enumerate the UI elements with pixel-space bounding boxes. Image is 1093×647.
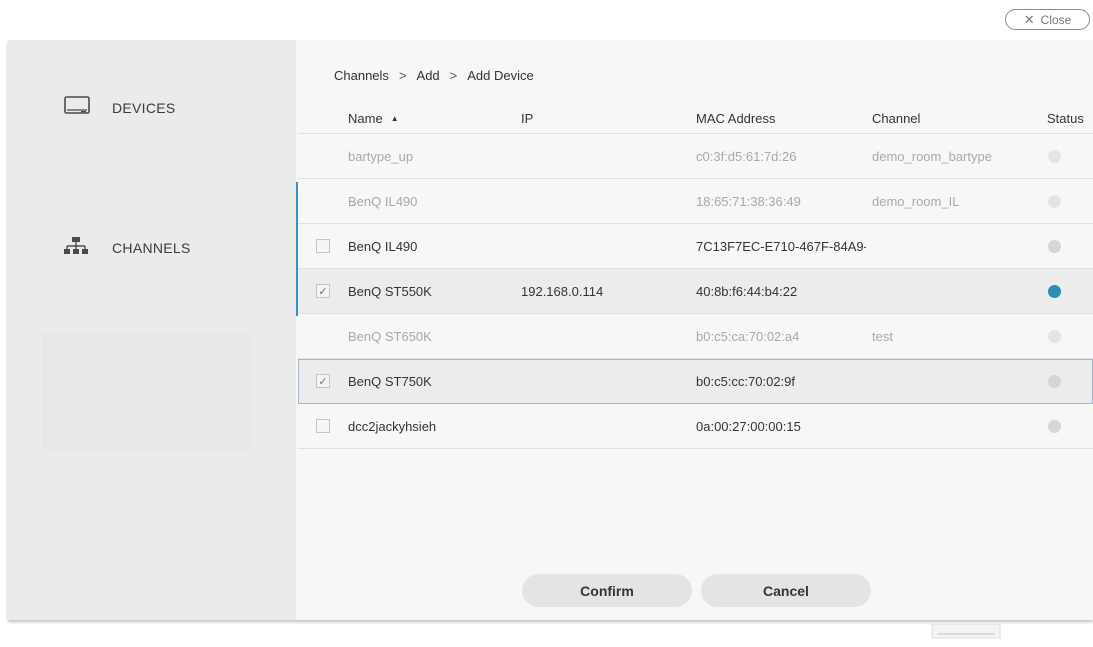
column-header-name[interactable]: Name ▲: [348, 104, 508, 133]
row-checkbox-cell: [316, 134, 336, 178]
close-label: Close: [1040, 12, 1072, 27]
device-ip: 192.168.0.114: [521, 283, 604, 299]
status-dot: [1048, 239, 1061, 253]
table-row[interactable]: dcc2jackyhsieh 0a:00:27:00:00:15: [298, 404, 1093, 449]
network-icon: [64, 236, 88, 261]
status-dot: [1048, 284, 1061, 298]
row-checkbox-cell: [316, 224, 336, 268]
sidebar: DEVICES CHANNELS: [8, 40, 296, 620]
device-ip: [521, 314, 681, 358]
device-mac: 7C13F7EC-E710-467F-84A9-...: [696, 238, 866, 254]
column-header-mac: MAC Address: [696, 111, 776, 126]
device-name: BenQ ST550K: [348, 283, 432, 299]
table-body: bartype_up c0:3f:d5:61:7d:26 demo_room_bar…: [298, 134, 1093, 449]
breadcrumb-separator: >: [449, 68, 458, 83]
row-checkbox-cell: [316, 404, 336, 448]
device-table: Name ▲ IP MAC Address Channel Status bar…: [298, 104, 1093, 449]
close-button[interactable]: ✕ Close: [1005, 9, 1090, 30]
row-checkbox[interactable]: [316, 419, 330, 433]
status-cell: [1039, 179, 1089, 223]
sidebar-panel: [42, 332, 252, 450]
column-header-status: Status: [1047, 111, 1084, 126]
monitor-icon: [64, 95, 90, 121]
table-row: bartype_up c0:3f:d5:61:7d:26 demo_room_bar…: [298, 134, 1093, 179]
status-cell: [1039, 269, 1089, 313]
sidebar-item-label: DEVICES: [112, 100, 176, 116]
checkmark-icon: ✓: [318, 285, 328, 298]
sidebar-item-devices[interactable]: DEVICES: [8, 88, 296, 128]
row-checkbox-cell: [316, 314, 336, 358]
sidebar-item-channels[interactable]: CHANNELS: [8, 228, 296, 268]
status-cell: [1039, 314, 1089, 358]
row-checkbox-cell: ✓: [316, 359, 336, 403]
breadcrumb-separator: >: [398, 68, 407, 83]
row-checkbox[interactable]: [316, 239, 330, 253]
device-ip: [521, 224, 681, 268]
table-row: BenQ IL490 18:65:71:38:36:49 demo_room_IL: [298, 179, 1093, 224]
sort-ascending-icon: ▲: [390, 114, 399, 123]
device-name: BenQ IL490: [348, 238, 418, 254]
table-row[interactable]: ✓ BenQ ST750K b0:c5:cc:70:02:9f: [298, 359, 1093, 404]
device-mac: 40:8b:f6:44:b4:22: [696, 283, 798, 299]
device-channel: demo_room_IL: [872, 193, 960, 209]
device-name: BenQ IL490: [348, 193, 418, 209]
status-dot: [1048, 329, 1061, 343]
device-channel: [872, 224, 1032, 268]
device-channel: [872, 404, 1032, 448]
table-row[interactable]: ✓ BenQ ST550K 192.168.0.114 40:8b:f6:44:b4:…: [298, 269, 1093, 314]
row-checkbox-cell: [316, 179, 336, 223]
breadcrumb-item-channels[interactable]: Channels: [334, 68, 389, 83]
sidebar-item-label: CHANNELS: [112, 240, 191, 256]
device-channel: [872, 359, 1032, 403]
cancel-button[interactable]: Cancel: [701, 574, 871, 607]
table-row[interactable]: BenQ IL490 7C13F7EC-E710-467F-84A9-...: [298, 224, 1093, 269]
device-ip: [521, 359, 681, 403]
device-channel: demo_room_bartype: [872, 148, 992, 164]
table-row: BenQ ST650K b0:c5:ca:70:02:a4 test: [298, 314, 1093, 359]
device-ip: [521, 404, 681, 448]
breadcrumb: Channels > Add > Add Device: [334, 68, 534, 83]
column-header-ip: IP: [521, 111, 534, 126]
close-icon: ✕: [1023, 12, 1035, 27]
status-cell: [1039, 359, 1089, 403]
device-channel: [872, 269, 1032, 313]
device-name: BenQ ST750K: [348, 373, 432, 389]
confirm-button[interactable]: Confirm: [522, 574, 692, 607]
status-dot: [1048, 149, 1061, 163]
main-content: Channels > Add > Add Device Name ▲ IP MA…: [298, 40, 1093, 620]
keyboard-icon: [931, 623, 1001, 640]
add-device-dialog: DEVICES CHANNELS Channels > Add > Add De…: [8, 40, 1093, 620]
status-dot: [1048, 194, 1061, 208]
breadcrumb-item-add[interactable]: Add: [417, 68, 440, 83]
status-cell: [1039, 224, 1089, 268]
device-name: bartype_up: [348, 148, 414, 164]
row-checkbox-cell: ✓: [316, 269, 336, 313]
status-dot: [1048, 419, 1061, 433]
device-name: BenQ ST650K: [348, 328, 432, 344]
breadcrumb-item-add-device: Add Device: [467, 68, 534, 83]
row-checkbox[interactable]: ✓: [316, 284, 330, 298]
status-dot: [1048, 374, 1061, 388]
device-name: dcc2jackyhsieh: [348, 418, 437, 434]
device-ip: [521, 179, 681, 223]
table-header: Name ▲ IP MAC Address Channel Status: [298, 104, 1093, 134]
status-cell: [1039, 404, 1089, 448]
device-ip: [521, 134, 681, 178]
device-channel: test: [872, 328, 893, 344]
device-mac: 18:65:71:38:36:49: [696, 193, 801, 209]
device-mac: b0:c5:cc:70:02:9f: [696, 373, 796, 389]
status-cell: [1039, 134, 1089, 178]
device-mac: 0a:00:27:00:00:15: [696, 418, 801, 434]
row-checkbox[interactable]: ✓: [316, 374, 330, 388]
device-mac: b0:c5:ca:70:02:a4: [696, 328, 800, 344]
device-mac: c0:3f:d5:61:7d:26: [696, 148, 797, 164]
column-header-channel: Channel: [872, 111, 921, 126]
column-header-label: Name: [348, 111, 383, 126]
checkmark-icon: ✓: [318, 375, 328, 388]
